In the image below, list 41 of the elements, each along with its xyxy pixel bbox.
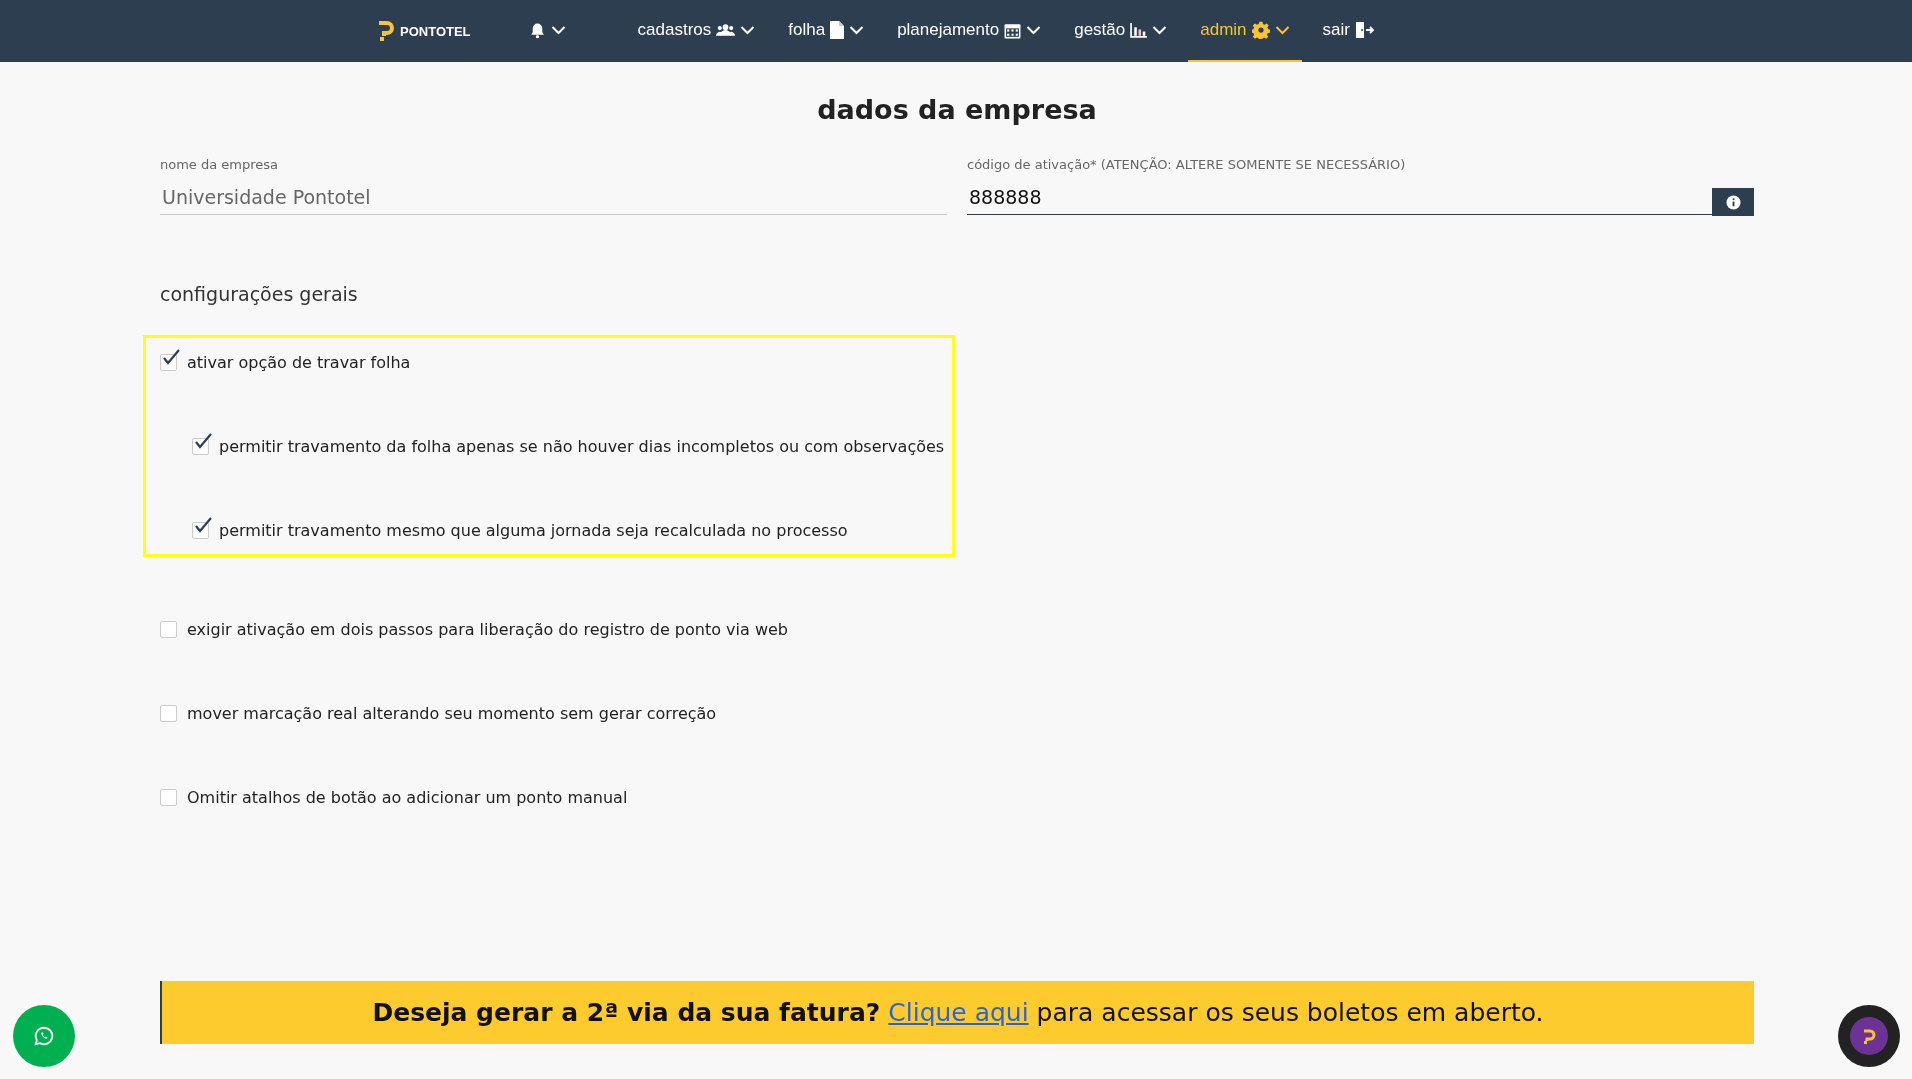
exit-door-icon bbox=[1354, 21, 1375, 39]
checkbox[interactable] bbox=[160, 620, 177, 638]
chat-bubble-icon bbox=[33, 1025, 55, 1047]
chevron-down-icon bbox=[1274, 25, 1290, 35]
page-title: dados da empresa bbox=[817, 94, 1097, 125]
users-icon bbox=[716, 23, 736, 37]
chevron-down-icon bbox=[849, 25, 865, 35]
chevron-down-icon bbox=[1026, 25, 1042, 35]
bell-icon bbox=[528, 21, 546, 39]
nav-menu-item[interactable]: gestão bbox=[1062, 0, 1180, 62]
banner-text: Deseja gerar a 2ª via da sua fatura? Clique aqui para acessar os seus boletos em aberto. bbox=[372, 998, 1544, 1027]
checkbox-label: permitir travamento da folha apenas se não houver dias incompletos ou com observações bbox=[219, 436, 945, 456]
nav-menu-item[interactable]: cadastros bbox=[625, 0, 768, 62]
gear-icon bbox=[1251, 21, 1270, 39]
activation-code-field[interactable]: 888888 bbox=[967, 182, 1712, 215]
checkbox[interactable] bbox=[160, 704, 177, 722]
chevron-down-icon bbox=[1152, 25, 1168, 35]
checkbox-label: Omitir atalhos de botão ao adicionar um ponto manual bbox=[187, 787, 628, 807]
nav-menu-item[interactable]: planejamento bbox=[885, 0, 1054, 62]
checkbox-label: permitir travamento mesmo que alguma jornada seja recalculada no processo bbox=[219, 520, 848, 540]
field-label: código de ativação* (ATENÇÃO: ALTERE SOMENTE SE NECESSÁRIO) bbox=[967, 157, 1406, 172]
chevron-down-icon bbox=[550, 25, 566, 35]
section-title: configurações gerais bbox=[160, 283, 358, 305]
field-label: nome da empresa bbox=[160, 157, 279, 172]
file-icon bbox=[830, 21, 845, 39]
chevron-down-icon bbox=[740, 25, 756, 35]
nav-menu-item[interactable]: sair bbox=[1310, 0, 1387, 62]
checkbox-label: mover marcação real alterando seu momento sem gerar correção bbox=[187, 703, 717, 723]
calendar-icon bbox=[1004, 21, 1022, 39]
info-button[interactable] bbox=[1712, 188, 1754, 216]
info-icon bbox=[1725, 194, 1741, 210]
checkbox-label: exigir ativação em dois passos para liberação do registro de ponto via web bbox=[187, 619, 788, 639]
checkbox-label: ativar opção de travar folha bbox=[187, 352, 411, 372]
nav-menu-item[interactable]: folha bbox=[776, 0, 877, 62]
bar-chart-icon bbox=[1130, 22, 1148, 38]
link[interactable]: Clique aqui bbox=[888, 998, 1029, 1027]
brand-logo-text: PONTOTEL bbox=[400, 23, 471, 39]
logo-icon bbox=[376, 20, 396, 42]
logo-icon bbox=[1850, 1017, 1888, 1055]
checkbox[interactable] bbox=[160, 788, 177, 806]
nav-menu-item[interactable]: admin bbox=[1188, 0, 1302, 62]
